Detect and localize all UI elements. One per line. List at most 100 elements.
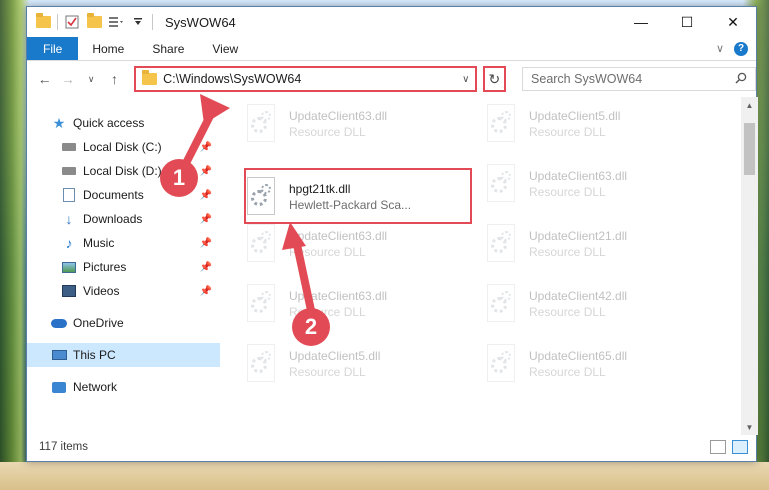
sidebar-item-this-pc[interactable]: This PC [27,343,220,367]
pin-icon[interactable]: 📌 [200,142,212,153]
search-box[interactable]: Search SysWOW64 [522,67,756,91]
tiles-view-icon[interactable] [732,440,748,454]
window-title: SysWOW64 [165,14,236,30]
music-icon: ♪ [65,235,73,251]
address-bar[interactable]: C:\Windows\SysWOW64 ∨ [134,66,477,92]
file-description: Resource DLL [529,365,606,379]
navigation-pane: ★ Quick access Local Disk (C:) 📌 Local D… [27,97,221,435]
dll-file-icon [243,284,279,324]
file-description: Resource DLL [289,245,366,259]
file-list: UpdateClient63.dll Resource DLL UpdateCli… [221,97,758,435]
vertical-scrollbar[interactable]: ▲ ▼ [741,97,758,435]
file-description: Resource DLL [289,125,366,139]
sidebar-item-music[interactable]: ♪ Music 📌 [27,231,220,255]
videos-icon [61,283,77,299]
back-button[interactable]: ← [35,67,54,91]
file-name: UpdateClient5.dll [289,349,381,363]
sidebar-item-local-disk-c[interactable]: Local Disk (C:) 📌 [27,135,220,159]
new-folder-icon[interactable] [86,13,102,30]
document-icon [61,187,77,203]
file-item[interactable]: UpdateClient63.dll Resource DLL [243,219,471,269]
up-button[interactable]: ↑ [105,67,124,91]
sidebar-item-label: Videos [83,284,120,298]
maximize-button[interactable]: ☐ [664,7,710,37]
tab-view[interactable]: View [198,37,252,60]
help-icon[interactable]: ? [734,41,748,56]
sidebar-item-network[interactable]: Network [27,375,220,399]
step-badge-1: 1 [160,159,198,197]
toolbar-divider [57,14,58,30]
pin-icon[interactable]: 📌 [200,286,212,297]
file-name: UpdateClient63.dll [289,289,388,303]
pin-icon[interactable]: 📌 [200,214,212,225]
search-input[interactable]: Search SysWOW64 [531,72,735,86]
view-toggles [710,440,758,454]
tab-share[interactable]: Share [138,37,198,60]
sidebar-item-quick-access[interactable]: ★ Quick access [27,111,220,135]
star-icon: ★ [52,114,66,131]
sidebar-item-label: Pictures [83,260,127,274]
pictures-icon [61,259,77,275]
title-bar: SysWOW64 — ☐ ✕ [27,7,756,37]
close-button[interactable]: ✕ [710,7,756,37]
pin-icon[interactable]: 📌 [200,190,212,201]
sidebar-item-downloads[interactable]: ↓ Downloads 📌 [27,207,220,231]
dll-file-icon [483,104,519,144]
desktop-beach [0,462,769,490]
folder-icon [142,70,158,85]
window-controls: — ☐ ✕ [618,7,756,37]
file-item[interactable]: UpdateClient65.dll Resource DLL [483,339,711,389]
title-divider [152,14,153,30]
dll-file-icon [483,224,519,264]
file-name: UpdateClient63.dll [529,169,628,183]
status-bar: 117 items [27,433,758,461]
address-dropdown-button[interactable]: ∨ [457,74,475,85]
sidebar-item-label: Downloads [83,212,143,226]
sidebar-item-label: Local Disk (C:) [83,140,162,154]
step-badge-2: 2 [292,308,330,346]
file-description: Resource DLL [529,245,606,259]
file-name: UpdateClient5.dll [529,109,621,123]
file-name: UpdateClient42.dll [529,289,628,303]
pin-icon[interactable]: 📌 [200,262,212,273]
scroll-up-arrow-icon[interactable]: ▲ [741,97,758,113]
pin-icon[interactable]: 📌 [200,238,212,249]
search-icon [735,72,747,87]
file-item[interactable]: UpdateClient63.dll Resource DLL [483,159,711,209]
file-item[interactable]: UpdateClient63.dll Resource DLL [243,279,471,329]
file-name: UpdateClient63.dll [289,109,388,123]
forward-button[interactable]: → [58,67,77,91]
dll-file-icon [483,164,519,204]
file-item[interactable]: UpdateClient5.dll Resource DLL [483,99,711,149]
tab-file[interactable]: File [27,37,79,60]
sidebar-item-label: This PC [73,348,116,362]
address-path[interactable]: C:\Windows\SysWOW64 [163,72,451,86]
sidebar-item-onedrive[interactable]: OneDrive [27,311,220,335]
minimize-button[interactable]: — [618,7,664,37]
dll-file-icon [483,344,519,384]
file-item[interactable]: UpdateClient63.dll Resource DLL [243,99,471,149]
customize-toolbar-icon[interactable] [108,14,124,30]
pin-icon[interactable]: 📌 [200,166,212,177]
file-item[interactable]: UpdateClient5.dll Resource DLL [243,339,471,389]
file-highlight-box [244,168,472,224]
file-item[interactable]: UpdateClient21.dll Resource DLL [483,219,711,269]
download-icon: ↓ [65,211,73,227]
sidebar-item-pictures[interactable]: Pictures 📌 [27,255,220,279]
file-item[interactable]: UpdateClient42.dll Resource DLL [483,279,711,329]
recent-locations-button[interactable]: ∨ [82,67,101,91]
properties-icon[interactable] [64,14,80,30]
qat-dropdown-icon[interactable] [130,14,146,30]
sidebar-item-label: OneDrive [73,316,124,330]
refresh-button[interactable]: ↻ [482,66,507,92]
dll-file-icon [483,284,519,324]
network-icon [51,379,67,395]
file-description: Resource DLL [529,185,606,199]
sidebar-item-videos[interactable]: Videos 📌 [27,279,220,303]
expand-ribbon-icon[interactable]: ∨ [716,42,724,55]
tab-home[interactable]: Home [78,37,138,60]
dll-file-icon [243,344,279,384]
scrollbar-thumb[interactable] [744,123,755,175]
ribbon-tabs: File Home Share View ∨ ? [27,37,756,61]
details-view-icon[interactable] [710,440,726,454]
